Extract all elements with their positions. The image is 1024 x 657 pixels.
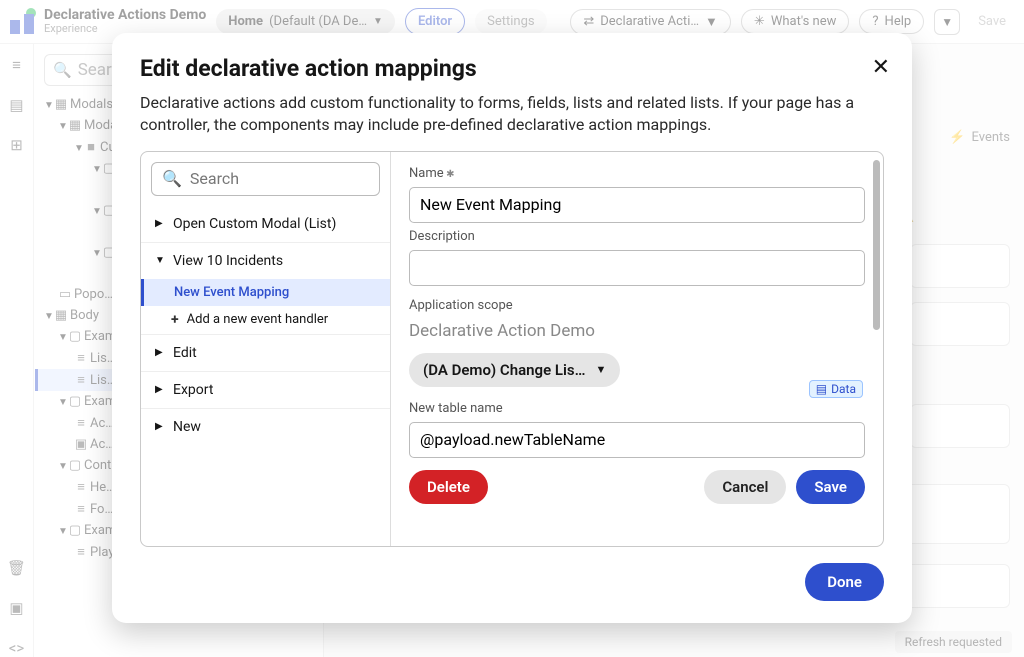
plus-icon: +	[171, 312, 179, 328]
modal-footer: Done	[112, 547, 912, 623]
modal-nav: 🔍 Search ▶Open Custom Modal (List) ▼View…	[141, 152, 391, 546]
scope-label: Application scope	[409, 298, 865, 313]
nav-item-new[interactable]: ▶New	[141, 408, 390, 445]
name-input[interactable]	[409, 187, 865, 223]
nav-sub-add-handler[interactable]: +Add a new event handler	[141, 306, 390, 334]
caret-right-icon: ▶	[155, 218, 165, 229]
done-button[interactable]: Done	[805, 563, 884, 601]
form-button-row: Delete Cancel Save	[409, 470, 865, 504]
nav-item-open-modal[interactable]: ▶Open Custom Modal (List)	[141, 206, 390, 242]
chevron-down-icon: ▼	[595, 363, 606, 376]
modal-body: 🔍 Search ▶Open Custom Modal (List) ▼View…	[140, 151, 884, 547]
save-button[interactable]: Save	[796, 470, 865, 504]
caret-down-icon: ▼	[155, 255, 165, 266]
close-button[interactable]: ✕	[872, 55, 890, 80]
caret-right-icon: ▶	[155, 421, 165, 432]
caret-right-icon: ▶	[155, 384, 165, 395]
table-name-label: New table name	[409, 401, 865, 416]
modal-title: Edit declarative action mappings	[140, 55, 884, 82]
data-chip[interactable]: ▤ Data	[809, 380, 863, 398]
modal-search-input[interactable]: 🔍 Search	[151, 162, 380, 196]
table-name-input[interactable]	[409, 422, 865, 458]
nav-item-export[interactable]: ▶Export	[141, 371, 390, 408]
cancel-button[interactable]: Cancel	[704, 470, 786, 504]
nav-item-view-incidents[interactable]: ▼View 10 Incidents	[141, 242, 390, 279]
data-icon: ▤	[816, 382, 827, 396]
search-icon: 🔍	[162, 169, 182, 188]
scrollbar[interactable]	[873, 160, 880, 330]
scope-value: Declarative Action Demo	[409, 319, 865, 347]
delete-button[interactable]: Delete	[409, 470, 488, 504]
page-dropdown[interactable]: (DA Demo) Change Lis… ▼	[409, 353, 620, 387]
edit-mappings-modal: ✕ Edit declarative action mappings Decla…	[112, 33, 912, 623]
nav-sub-new-mapping[interactable]: New Event Mapping	[141, 279, 390, 306]
modal-form: Name Description Application scope Decla…	[391, 152, 883, 546]
modal-nav-list: ▶Open Custom Modal (List) ▼View 10 Incid…	[141, 206, 390, 546]
description-input[interactable]	[409, 250, 865, 286]
nav-item-edit[interactable]: ▶Edit	[141, 334, 390, 371]
name-label: Name	[409, 166, 865, 181]
modal-description: Declarative actions add custom functiona…	[112, 92, 912, 151]
description-label: Description	[409, 229, 865, 244]
caret-right-icon: ▶	[155, 347, 165, 358]
